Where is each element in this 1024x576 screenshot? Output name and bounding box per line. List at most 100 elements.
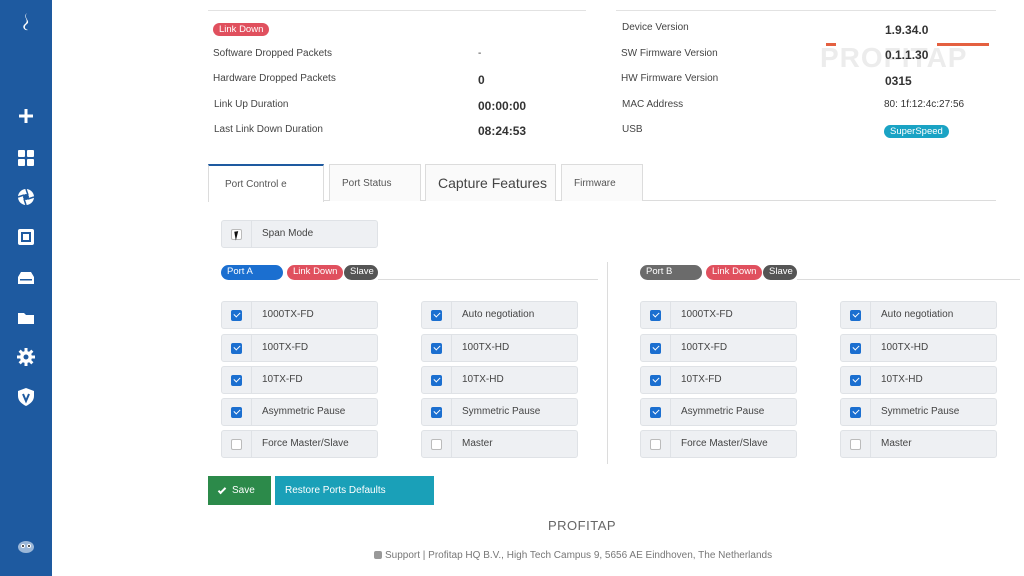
storage-icon[interactable] — [14, 266, 38, 290]
checkbox-cell — [641, 431, 671, 457]
option-checkbox[interactable] — [431, 342, 442, 354]
footer-brand: PROFITAP — [548, 518, 617, 533]
checkbox-cell — [841, 335, 871, 361]
sw-dropped-label: Software Dropped Packets — [213, 48, 332, 59]
port-option[interactable]: Auto negotiation — [421, 301, 578, 329]
option-label: Auto negotiation — [462, 309, 535, 320]
footer-support[interactable]: Support | Profitap HQ B.V., High Tech Ca… — [374, 550, 772, 561]
tab-firmware[interactable]: Firmware — [561, 164, 643, 201]
checkbox-cell — [841, 399, 871, 425]
checkbox-cell — [841, 431, 871, 457]
option-label: 10TX-HD — [881, 374, 923, 385]
port-option[interactable]: 1000TX-FD — [221, 301, 378, 329]
save-button[interactable]: Save — [208, 476, 271, 505]
port-a-link-badge: Link Down — [287, 265, 343, 280]
option-label: 10TX-FD — [262, 374, 303, 385]
option-checkbox[interactable] — [850, 438, 861, 450]
port-option[interactable]: 100TX-FD — [221, 334, 378, 362]
port-option[interactable]: Auto negotiation — [840, 301, 997, 329]
option-checkbox[interactable] — [231, 309, 242, 321]
option-checkbox[interactable] — [231, 438, 242, 450]
port-option[interactable]: Asymmetric Pause — [221, 398, 378, 426]
option-checkbox[interactable] — [231, 406, 242, 418]
checkbox-cell — [422, 335, 452, 361]
option-checkbox[interactable] — [850, 406, 861, 418]
tab-port-status[interactable]: Port Status — [329, 164, 421, 201]
last-link-down-value: 08:24:53 — [478, 124, 527, 138]
port-a-role-badge: Slave — [344, 265, 378, 280]
port-option[interactable]: 1000TX-FD — [640, 301, 797, 329]
usb-speed-badge: SuperSpeed — [884, 125, 949, 138]
option-checkbox[interactable] — [231, 374, 242, 386]
device-version-label: Device Version — [622, 22, 689, 33]
port-option[interactable]: 10TX-HD — [840, 366, 997, 394]
aperture-icon[interactable] — [14, 185, 38, 209]
port-option[interactable]: 10TX-FD — [640, 366, 797, 394]
option-checkbox[interactable] — [650, 309, 661, 321]
port-option[interactable]: Master — [840, 430, 997, 458]
watermark-accent — [826, 43, 836, 46]
option-checkbox[interactable] — [850, 374, 861, 386]
tab-port-control[interactable]: Port Control e — [208, 164, 324, 202]
port-b-link-badge: Link Down — [706, 265, 762, 280]
shield-icon[interactable] — [14, 385, 38, 409]
port-a-pill[interactable]: Port A — [221, 265, 283, 280]
option-checkbox[interactable] — [650, 406, 661, 418]
link-up-value: 00:00:00 — [478, 99, 527, 113]
checkbox-cell — [222, 335, 252, 361]
device-icon[interactable] — [14, 225, 38, 249]
add-icon[interactable] — [14, 104, 38, 128]
port-option[interactable]: 100TX-FD — [640, 334, 797, 362]
checkbox-cell — [422, 367, 452, 393]
mouse-cursor — [234, 230, 244, 241]
port-option[interactable]: Symmetric Pause — [840, 398, 997, 426]
tab-label: Capture Features — [438, 175, 547, 191]
mascot-icon — [14, 534, 38, 558]
port-option[interactable]: 100TX-HD — [840, 334, 997, 362]
option-checkbox[interactable] — [431, 406, 442, 418]
port-option[interactable]: 10TX-FD — [221, 366, 378, 394]
span-mode-option[interactable]: Span Mode — [221, 220, 378, 248]
restore-defaults-button[interactable]: Restore Ports Defaults — [275, 476, 434, 505]
check-icon — [217, 485, 227, 494]
option-checkbox[interactable] — [850, 309, 861, 321]
port-option[interactable]: Symmetric Pause — [421, 398, 578, 426]
support-icon — [374, 551, 382, 559]
port-option[interactable]: Force Master/Slave — [221, 430, 378, 458]
port-option[interactable]: Asymmetric Pause — [640, 398, 797, 426]
dashboard-icon[interactable] — [14, 146, 38, 170]
option-label: Auto negotiation — [881, 309, 954, 320]
sidebar — [0, 0, 52, 576]
option-checkbox[interactable] — [431, 438, 442, 450]
checkbox-cell — [641, 399, 671, 425]
mac-address-value: 80: 1f:12:4c:27:56 — [884, 99, 965, 110]
port-option[interactable]: Master — [421, 430, 578, 458]
folder-icon[interactable] — [14, 306, 38, 330]
port-b-pill[interactable]: Port B — [640, 265, 702, 280]
gear-icon[interactable] — [14, 345, 38, 369]
save-label: Save — [232, 485, 255, 496]
checkbox-cell — [222, 399, 252, 425]
port-option[interactable]: 10TX-HD — [421, 366, 578, 394]
option-checkbox[interactable] — [650, 342, 661, 354]
option-label: Master — [881, 438, 912, 449]
option-checkbox[interactable] — [850, 342, 861, 354]
port-option[interactable]: Force Master/Slave — [640, 430, 797, 458]
option-checkbox[interactable] — [650, 438, 661, 450]
checkbox-cell — [841, 302, 871, 328]
link-up-label: Link Up Duration — [214, 99, 289, 110]
option-checkbox[interactable] — [650, 374, 661, 386]
option-checkbox[interactable] — [431, 309, 442, 321]
logo-icon[interactable] — [14, 10, 38, 34]
restore-label: Restore Ports Defaults — [285, 485, 386, 496]
device-version-value: 1.9.34.0 — [885, 23, 929, 37]
option-label: 10TX-FD — [681, 374, 722, 385]
option-label: 10TX-HD — [462, 374, 504, 385]
option-label: Symmetric Pause — [462, 406, 541, 417]
last-link-down-label: Last Link Down Duration — [214, 124, 323, 135]
option-checkbox[interactable] — [431, 374, 442, 386]
checkbox-cell — [422, 302, 452, 328]
tab-capture-features[interactable]: Capture Features — [425, 164, 556, 201]
port-option[interactable]: 100TX-HD — [421, 334, 578, 362]
option-checkbox[interactable] — [231, 342, 242, 354]
